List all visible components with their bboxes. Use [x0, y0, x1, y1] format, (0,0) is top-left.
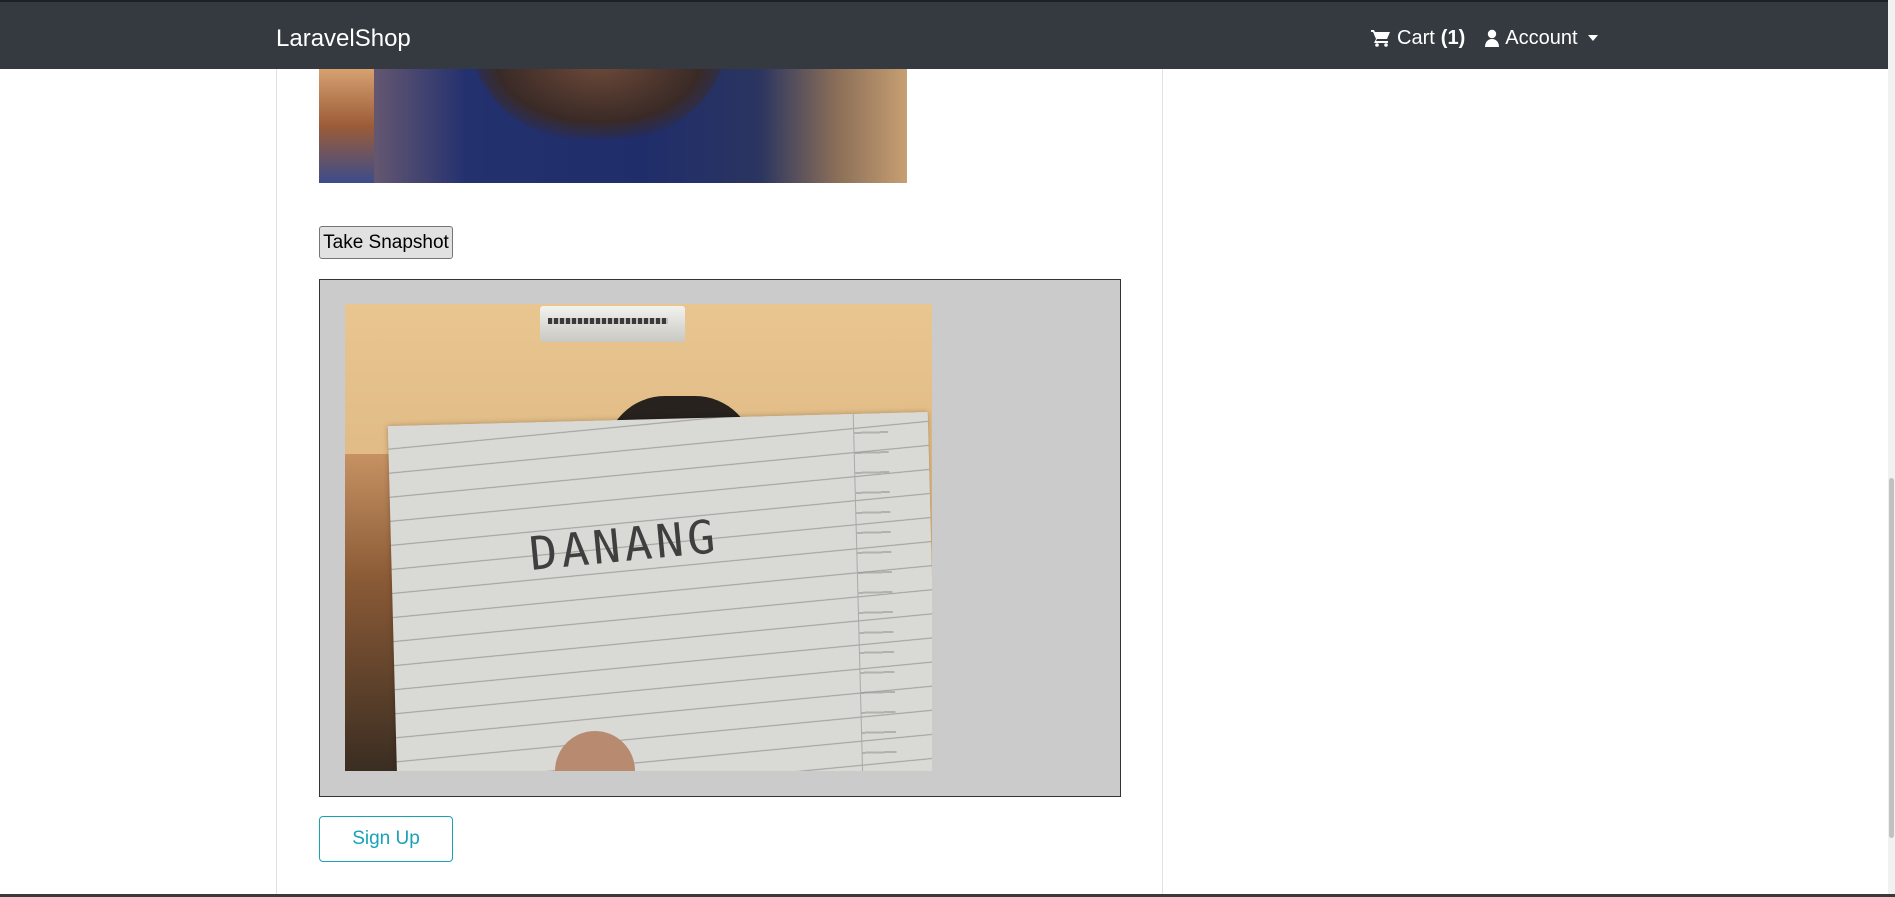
- handwritten-text: DANANG: [526, 509, 722, 581]
- snapshot-result-container: DANANG: [319, 279, 1121, 797]
- sign-up-button[interactable]: Sign Up: [319, 816, 453, 862]
- brand-logo-link[interactable]: LaravelShop: [276, 25, 411, 53]
- video-background-left: [319, 69, 374, 183]
- caret-down-icon: [1587, 35, 1598, 41]
- account-label: Account: [1505, 27, 1578, 49]
- account-dropdown-toggle[interactable]: Account: [1485, 26, 1598, 50]
- navbar-right-links: Cart (1) Account: [1371, 26, 1618, 50]
- shopping-cart-icon: [1371, 30, 1390, 47]
- snapshot-image: DANANG: [345, 304, 932, 771]
- cart-link[interactable]: Cart (1): [1371, 26, 1465, 50]
- lined-paper-in-photo: DANANG: [387, 412, 932, 771]
- air-conditioner-in-photo: [540, 306, 685, 342]
- video-person-face: [469, 69, 729, 139]
- page-scrollbar-thumb[interactable]: [1889, 478, 1894, 838]
- take-snapshot-button[interactable]: Take Snapshot: [319, 226, 453, 259]
- cart-label: Cart: [1397, 27, 1435, 49]
- webcam-live-preview: [319, 69, 907, 183]
- cart-count-badge: (1): [1440, 27, 1466, 49]
- user-icon: [1485, 29, 1500, 47]
- top-navbar: LaravelShop Cart (1) Account: [0, 0, 1895, 69]
